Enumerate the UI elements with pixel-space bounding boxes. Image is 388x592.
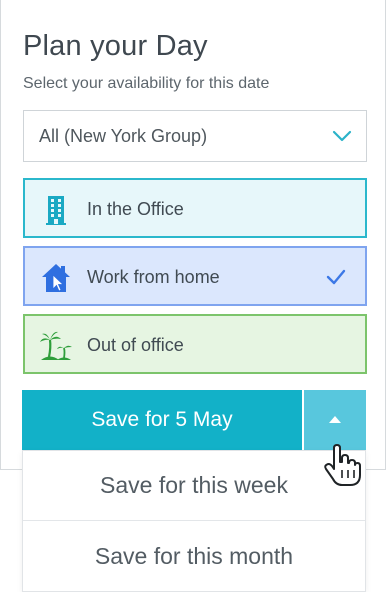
option-out-of-office-label: Out of office: [87, 335, 184, 355]
option-work-from-home[interactable]: Work from home: [23, 246, 367, 306]
save-button[interactable]: Save for 5 May: [22, 390, 302, 450]
group-select-value: All (New York Group): [39, 125, 208, 146]
office-building-icon: [46, 196, 66, 225]
option-in-office[interactable]: In the Office: [23, 178, 367, 238]
save-options-menu: Save for this week Save for this month: [22, 450, 366, 592]
house-cursor-icon: [42, 264, 70, 292]
check-icon: [326, 269, 346, 285]
menu-item-save-week[interactable]: Save for this week: [23, 451, 365, 521]
caret-up-icon: [329, 416, 341, 423]
chevron-down-icon: [332, 130, 352, 142]
group-select[interactable]: All (New York Group): [23, 110, 367, 162]
menu-item-save-month[interactable]: Save for this month: [23, 521, 365, 591]
option-out-of-office[interactable]: Out of office: [23, 314, 367, 374]
option-in-office-label: In the Office: [87, 199, 184, 219]
option-work-from-home-label: Work from home: [87, 267, 220, 287]
save-options-toggle[interactable]: [304, 390, 366, 450]
page-subtitle: Select your availability for this date: [23, 75, 270, 92]
page-title: Plan your Day: [23, 30, 208, 62]
hand-pointer-icon: [324, 444, 361, 486]
palm-island-icon: [40, 331, 72, 360]
